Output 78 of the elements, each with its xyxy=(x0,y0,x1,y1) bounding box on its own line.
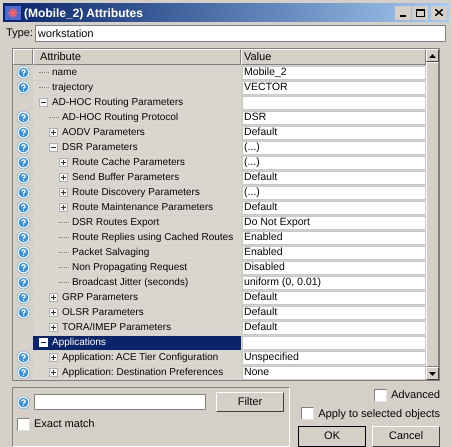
value-field[interactable]: Enabled xyxy=(242,246,426,260)
ok-button[interactable]: OK xyxy=(298,426,366,447)
value-field[interactable]: DSR xyxy=(242,110,426,124)
scroll-up-button[interactable] xyxy=(426,49,439,62)
value-field[interactable]: Enabled xyxy=(242,230,426,244)
value-field[interactable]: Disabled xyxy=(242,260,426,274)
column-header[interactable]: Attribute xyxy=(33,49,241,65)
help-icon[interactable] xyxy=(16,201,30,214)
help-icon[interactable] xyxy=(16,216,30,229)
expand-icon[interactable] xyxy=(59,203,68,212)
maximize-button[interactable] xyxy=(412,6,428,20)
attribute-name[interactable]: name xyxy=(52,65,78,80)
header-corner xyxy=(13,49,33,65)
expand-icon[interactable] xyxy=(59,188,68,197)
value-field[interactable]: Default xyxy=(242,170,426,184)
help-icon[interactable] xyxy=(17,396,30,408)
value-field[interactable]: Do Not Export xyxy=(242,216,426,230)
help-icon[interactable] xyxy=(16,66,30,79)
close-button[interactable] xyxy=(431,6,447,20)
help-icon[interactable] xyxy=(16,171,30,184)
value-field[interactable]: Default xyxy=(242,200,426,214)
value-field[interactable] xyxy=(242,336,426,350)
value-field[interactable]: Default xyxy=(242,126,426,140)
value-field[interactable]: Default xyxy=(242,306,426,320)
window-title: (Mobile_2) Attributes xyxy=(24,4,143,22)
expand-icon[interactable] xyxy=(59,173,68,182)
value-field[interactable]: uniform (0, 0.01) xyxy=(242,276,426,290)
filter-field[interactable] xyxy=(34,394,206,410)
help-icon[interactable] xyxy=(16,141,30,154)
star-icon xyxy=(5,6,21,20)
help-icon[interactable] xyxy=(16,231,30,244)
collapse-icon[interactable] xyxy=(39,98,48,107)
help-icon[interactable] xyxy=(16,126,30,139)
type-label: Type: xyxy=(6,26,33,42)
column-header[interactable]: Value xyxy=(241,49,426,65)
help-icon[interactable] xyxy=(16,186,30,199)
checkbox-label: Exact match xyxy=(34,417,95,432)
checkbox[interactable] xyxy=(374,388,388,402)
help-icon[interactable] xyxy=(16,351,30,364)
up-arrow-icon xyxy=(429,54,436,58)
value-field[interactable]: VECTOR xyxy=(242,80,426,94)
expand-icon[interactable] xyxy=(49,368,58,377)
help-icon[interactable] xyxy=(16,111,30,124)
checkbox[interactable] xyxy=(17,418,30,431)
help-icon[interactable] xyxy=(16,246,30,259)
close-icon xyxy=(435,9,443,16)
checkbox-label: Advanced xyxy=(391,388,440,403)
help-icon[interactable] xyxy=(16,276,30,289)
help-icon[interactable] xyxy=(16,366,30,379)
minimize-button[interactable] xyxy=(395,6,411,20)
help-icon[interactable] xyxy=(16,156,30,169)
scroll-down-button[interactable] xyxy=(426,367,439,380)
checkbox-label: Apply to selected objects xyxy=(318,406,440,422)
cancel-button[interactable]: Cancel xyxy=(372,426,440,447)
expand-icon[interactable] xyxy=(49,323,58,332)
filter-button[interactable]: Filter xyxy=(216,392,284,412)
value-field[interactable]: Default xyxy=(242,290,426,304)
value-field[interactable]: (...) xyxy=(242,186,426,200)
checkbox[interactable] xyxy=(301,407,314,420)
expand-icon[interactable] xyxy=(59,158,68,167)
value-field[interactable]: (...) xyxy=(242,156,426,170)
expand-icon[interactable] xyxy=(49,308,58,317)
help-icon[interactable] xyxy=(16,291,30,304)
value-field[interactable]: Default xyxy=(242,320,426,334)
type-field[interactable]: workstation xyxy=(34,25,446,42)
value-field[interactable]: (...) xyxy=(242,140,426,154)
value-field[interactable]: None xyxy=(242,366,426,380)
expand-icon[interactable] xyxy=(49,353,58,362)
expand-icon[interactable] xyxy=(49,293,58,302)
value-field[interactable]: Mobile_2 xyxy=(242,66,426,80)
help-icon[interactable] xyxy=(16,306,30,319)
value-field[interactable]: Unspecified xyxy=(242,350,426,364)
value-field[interactable] xyxy=(242,96,426,110)
down-arrow-icon xyxy=(429,372,436,376)
help-icon[interactable] xyxy=(16,261,30,274)
help-icon[interactable] xyxy=(16,81,30,94)
collapse-icon[interactable] xyxy=(49,143,58,152)
expand-icon[interactable] xyxy=(49,128,58,137)
